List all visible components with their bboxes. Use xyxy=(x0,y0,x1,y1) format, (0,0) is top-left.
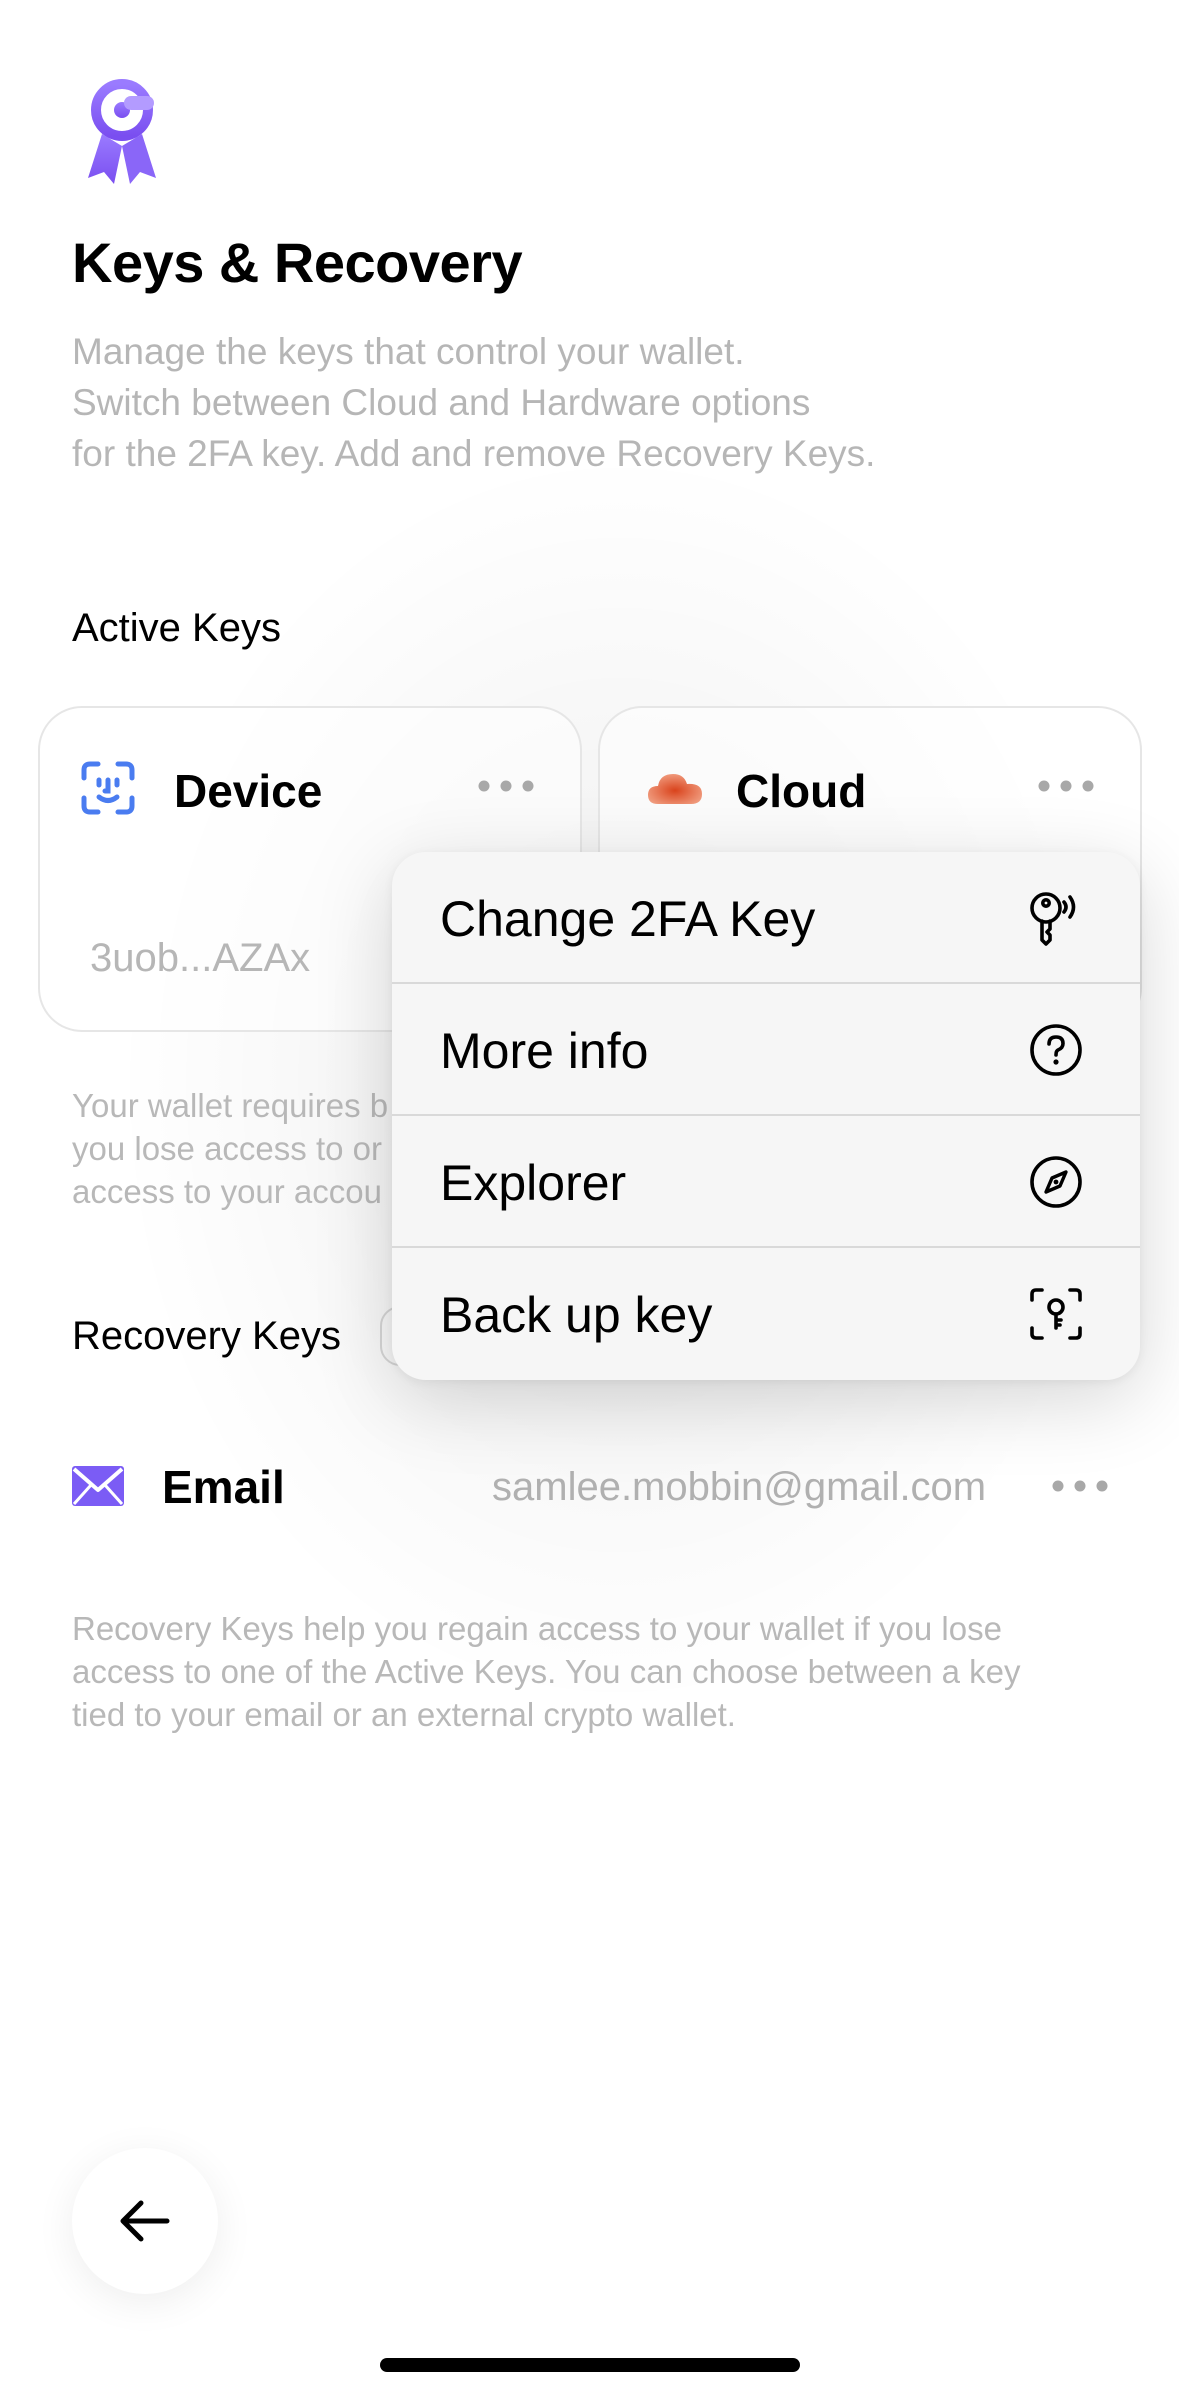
back-button[interactable] xyxy=(72,2148,218,2294)
note-line: you lose access to or xyxy=(72,1130,382,1167)
key-scan-icon xyxy=(1030,1288,1082,1340)
note-line: access to your accou xyxy=(72,1173,382,1210)
more-dots-icon[interactable] xyxy=(1036,776,1096,796)
menu-item-explorer[interactable]: Explorer xyxy=(392,1116,1140,1248)
more-dots-icon[interactable] xyxy=(476,776,536,796)
note-line: tied to your email or an external crypto… xyxy=(72,1696,736,1733)
recovery-key-row-email[interactable]: Email samlee.mobbin@gmail.com xyxy=(0,1452,1179,1522)
cloud-card-title: Cloud xyxy=(736,765,867,817)
active-keys-heading: Active Keys xyxy=(72,606,281,650)
note-line: Recovery Keys help you regain access to … xyxy=(72,1610,1002,1647)
context-menu: Change 2FA Key More info Explorer Back u… xyxy=(392,852,1140,1380)
menu-item-more-info[interactable]: More info xyxy=(392,984,1140,1116)
menu-item-label: Back up key xyxy=(440,1287,713,1343)
device-key-address: 3uob...AZAx xyxy=(90,936,311,980)
active-keys-note: Your wallet requires b you lose access t… xyxy=(72,1084,388,1213)
description-line: Manage the keys that control your wallet… xyxy=(72,331,745,372)
face-id-icon xyxy=(81,761,135,815)
menu-item-label: Change 2FA Key xyxy=(440,891,816,947)
compass-icon xyxy=(1030,1156,1082,1208)
note-line: Your wallet requires b xyxy=(72,1087,389,1124)
description-line: Switch between Cloud and Hardware option… xyxy=(72,382,811,423)
key-signal-icon xyxy=(1030,892,1076,946)
home-indicator xyxy=(380,2358,800,2372)
mail-icon xyxy=(72,1466,124,1506)
recovery-keys-note: Recovery Keys help you regain access to … xyxy=(72,1607,1020,1736)
recovery-keys-heading: Recovery Keys xyxy=(72,1314,341,1358)
menu-item-label: Explorer xyxy=(440,1155,627,1211)
email-address: samlee.mobbin@gmail.com xyxy=(492,1465,987,1509)
device-card-title: Device xyxy=(174,765,323,817)
page-description: Manage the keys that control your wallet… xyxy=(72,326,992,479)
page-title: Keys & Recovery xyxy=(72,231,523,294)
email-label: Email xyxy=(162,1461,285,1513)
menu-item-label: More info xyxy=(440,1023,649,1079)
key-badge-icon xyxy=(88,79,156,184)
note-line: access to one of the Active Keys. You ca… xyxy=(72,1653,1021,1690)
menu-item-back-up-key[interactable]: Back up key xyxy=(392,1248,1140,1380)
more-dots-icon[interactable] xyxy=(1050,1476,1110,1496)
cloud-icon xyxy=(648,774,702,804)
description-line: for the 2FA key. Add and remove Recovery… xyxy=(72,433,876,474)
menu-item-change-2fa-key[interactable]: Change 2FA Key xyxy=(392,852,1140,984)
arrow-left-icon xyxy=(120,2200,170,2242)
question-circle-icon xyxy=(1030,1024,1082,1076)
